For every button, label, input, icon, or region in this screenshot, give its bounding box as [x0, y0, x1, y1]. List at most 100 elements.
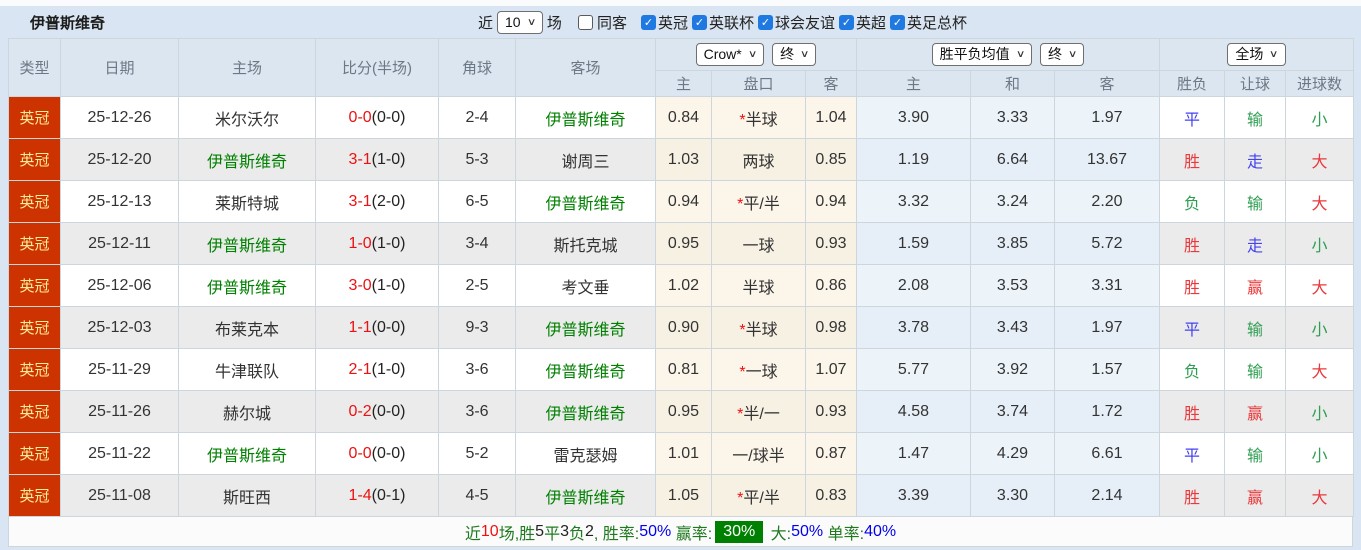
- match-date: 25-12-06: [61, 265, 179, 307]
- odds-time-select[interactable]: 终 ∨: [772, 43, 816, 66]
- league-filter-item[interactable]: ✓ 球会友谊: [758, 12, 835, 33]
- handicap-text: 一/球半: [732, 448, 784, 465]
- goals-result: 大: [1312, 490, 1328, 507]
- league-filter-item[interactable]: ✓ 英足总杯: [890, 12, 967, 33]
- halftime-score: (0-0): [372, 403, 406, 420]
- odds-away: 0.93: [806, 391, 857, 433]
- home-team: 赫尔城: [179, 391, 316, 433]
- summary-segment: 10: [481, 523, 499, 541]
- away-team: 考文垂: [516, 265, 656, 307]
- match-date: 25-12-20: [61, 139, 179, 181]
- recent-games-select[interactable]: 10 ∨: [497, 11, 543, 34]
- handicap-result: 输: [1247, 196, 1263, 213]
- league-badge: 英冠: [9, 475, 61, 517]
- handicap-text: 半球: [746, 322, 778, 339]
- avg-odds-value: 胜平负均值: [940, 46, 1010, 63]
- odds-home: 1.01: [656, 433, 712, 475]
- result-cell: 胜: [1160, 391, 1225, 433]
- league-checkbox[interactable]: ✓: [758, 15, 773, 30]
- win-draw-lose-result: 平: [1184, 448, 1200, 465]
- league-checkbox[interactable]: ✓: [641, 15, 656, 30]
- avg-away-odds: 13.67: [1055, 139, 1160, 181]
- avg-odds-select[interactable]: 胜平负均值 ∨: [932, 43, 1032, 66]
- home-team: 伊普斯维奇: [179, 139, 316, 181]
- table-row: 英冠 25-12-03 布莱克本 1-1(0-0) 9-3 伊普斯维奇 0.90…: [9, 307, 1354, 349]
- period-select[interactable]: 全场 ∨: [1227, 43, 1285, 66]
- filter-controls: 近 10 ∨ 场 同客 ✓ 英冠 ✓ 英联杯 ✓ 球会友谊 ✓ 英超 ✓ 英足总…: [478, 6, 967, 38]
- league-checkbox[interactable]: ✓: [692, 15, 707, 30]
- avg-home-odds: 2.08: [857, 265, 971, 307]
- goals-result: 大: [1312, 364, 1328, 381]
- avg-away-odds: 1.57: [1055, 349, 1160, 391]
- goals-result-cell: 小: [1286, 223, 1354, 265]
- league-filter-item[interactable]: ✓ 英超: [839, 12, 886, 33]
- odds-home: 0.90: [656, 307, 712, 349]
- handicap: 两球: [712, 139, 806, 181]
- match-table-body: 英冠 25-12-26 米尔沃尔 0-0(0-0) 2-4 伊普斯维奇 0.84…: [9, 97, 1354, 517]
- league-filter-item[interactable]: ✓ 英冠: [641, 12, 688, 33]
- result-cell: 负: [1160, 349, 1225, 391]
- odds-company-select[interactable]: Crow* ∨: [696, 43, 764, 66]
- goals-result: 大: [1312, 196, 1328, 213]
- league-badge: 英冠: [9, 349, 61, 391]
- match-score: 1-4(0-1): [316, 475, 439, 517]
- corner-score: 3-6: [439, 391, 516, 433]
- handicap: *半球: [712, 307, 806, 349]
- table-row: 英冠 25-12-26 米尔沃尔 0-0(0-0) 2-4 伊普斯维奇 0.84…: [9, 97, 1354, 139]
- handicap-result: 输: [1247, 322, 1263, 339]
- goals-result-cell: 大: [1286, 265, 1354, 307]
- match-date: 25-11-22: [61, 433, 179, 475]
- match-score: 3-1(2-0): [316, 181, 439, 223]
- avg-home-odds: 3.90: [857, 97, 971, 139]
- summary-segment: 5: [535, 523, 544, 541]
- league-filter-label: 英足总杯: [907, 12, 967, 33]
- chevron-down-icon: ∨: [1269, 46, 1279, 63]
- check-icon: ✓: [893, 16, 902, 29]
- avg-time-select[interactable]: 终 ∨: [1040, 43, 1084, 66]
- goals-result-cell: 小: [1286, 433, 1354, 475]
- handicap-result-cell: 输: [1225, 97, 1286, 139]
- col-header-home: 主场: [179, 39, 316, 97]
- result-cell: 平: [1160, 433, 1225, 475]
- odds-time-value: 终: [780, 46, 794, 63]
- handicap-result-cell: 输: [1225, 181, 1286, 223]
- result-cell: 平: [1160, 97, 1225, 139]
- corner-score: 4-5: [439, 475, 516, 517]
- sub-header-goals: 进球数: [1286, 71, 1354, 97]
- avg-draw-odds: 3.85: [971, 223, 1055, 265]
- avg-away-odds: 6.61: [1055, 433, 1160, 475]
- home-team: 伊普斯维奇: [179, 265, 316, 307]
- check-icon: ✓: [644, 16, 653, 29]
- handicap-result-cell: 赢: [1225, 475, 1286, 517]
- win-draw-lose-result: 胜: [1184, 238, 1200, 255]
- league-badge: 英冠: [9, 181, 61, 223]
- handicap-result: 走: [1247, 238, 1263, 255]
- table-row: 英冠 25-12-06 伊普斯维奇 3-0(1-0) 2-5 考文垂 1.02 …: [9, 265, 1354, 307]
- league-filter-item[interactable]: ✓ 英联杯: [692, 12, 754, 33]
- same-away-checkbox[interactable]: [578, 15, 593, 30]
- league-checkbox[interactable]: ✓: [839, 15, 854, 30]
- corner-score: 3-4: [439, 223, 516, 265]
- halftime-score: (1-0): [372, 277, 406, 294]
- league-filter-label: 英冠: [658, 12, 688, 33]
- win-draw-lose-result: 负: [1184, 364, 1200, 381]
- halftime-score: (1-0): [372, 235, 406, 252]
- goals-result-cell: 大: [1286, 139, 1354, 181]
- handicap-text: 半/一: [743, 406, 779, 423]
- home-team: 斯旺西: [179, 475, 316, 517]
- summary-segment: 单率:: [823, 520, 864, 544]
- check-icon: ✓: [842, 16, 851, 29]
- avg-draw-odds: 3.30: [971, 475, 1055, 517]
- goals-result-cell: 大: [1286, 349, 1354, 391]
- match-score: 0-2(0-0): [316, 391, 439, 433]
- avg-draw-odds: 4.29: [971, 433, 1055, 475]
- goals-result: 小: [1312, 112, 1328, 129]
- halftime-score: (0-0): [372, 319, 406, 336]
- goals-result: 小: [1312, 238, 1328, 255]
- same-away-filter[interactable]: 同客: [578, 12, 627, 33]
- away-team: 伊普斯维奇: [516, 307, 656, 349]
- handicap-result: 赢: [1247, 406, 1263, 423]
- match-score: 2-1(1-0): [316, 349, 439, 391]
- fulltime-score: 1-1: [349, 319, 372, 336]
- league-checkbox[interactable]: ✓: [890, 15, 905, 30]
